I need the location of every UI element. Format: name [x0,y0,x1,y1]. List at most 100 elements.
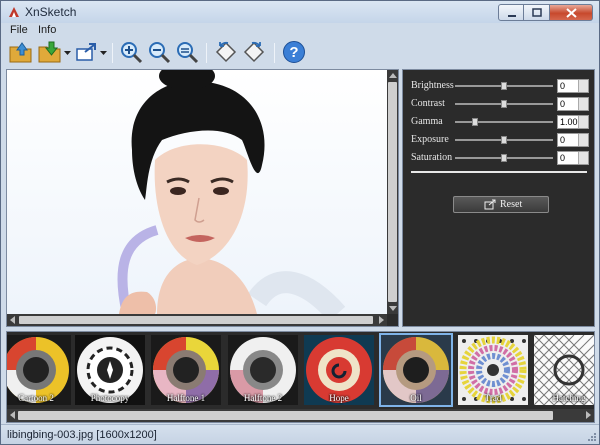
param-label: Gamma [411,116,443,127]
filter-thumb-oil[interactable]: Oil [379,333,453,407]
brightness-spinbox[interactable]: 0 [557,79,589,93]
spin-arrows-icon[interactable] [578,80,588,92]
reset-icon [484,199,496,210]
filter-thumb-hatching[interactable]: Hatching [534,335,594,405]
spin-value[interactable]: 0 [560,81,565,91]
horizontal-scroll-thumb[interactable] [19,316,373,324]
exposure-spinbox[interactable]: 0 [557,133,589,147]
gamma-slider[interactable] [455,118,553,126]
filter-label: Halftone 1 [166,393,206,403]
export-icon[interactable] [75,40,99,64]
filter-thumb-halftone-2[interactable]: Halftone 2 [228,335,298,405]
filter-thumb-halftone-1[interactable]: Halftone 1 [151,335,221,405]
scroll-left-icon[interactable] [10,411,15,419]
window-controls [498,4,593,21]
scroll-down-icon[interactable] [389,306,397,311]
brightness-slider[interactable] [455,82,553,90]
menu-bar: File Info [1,23,599,37]
spin-value[interactable]: 0 [560,135,565,145]
toolbar-separator [206,43,207,63]
image-canvas[interactable] [7,70,387,314]
filter-strip: Cartoon 2 Photocopy Halftone 1 Halftone … [6,331,595,423]
slider-thumb[interactable] [501,136,507,144]
save-folder-icon[interactable] [38,40,62,64]
toolbar: ? [1,37,599,67]
spin-value[interactable]: 0 [560,99,565,109]
param-row-exposure: Exposure 0 [411,133,591,147]
param-label: Exposure [411,134,449,145]
scroll-up-icon[interactable] [389,73,397,78]
svg-text:?: ? [289,44,298,61]
minimize-button[interactable] [498,4,524,21]
filter-thumb-cartoon-2[interactable]: Cartoon 2 [7,335,71,405]
export-dropdown-chevron-icon[interactable] [100,51,107,55]
spin-arrows-icon[interactable] [578,134,588,146]
scroll-left-icon[interactable] [10,316,15,324]
help-icon[interactable]: ? [282,40,306,64]
toolbar-separator [112,43,113,63]
param-row-brightness: Brightness 0 [411,79,591,93]
filter-thumb-trad[interactable]: Trad [458,335,528,405]
resize-grip-icon[interactable] [587,432,597,442]
app-window: XnSketch File Info ? Brightness 0 Contra… [0,0,600,445]
slider-thumb[interactable] [501,100,507,108]
spin-value[interactable]: 1.00 [560,117,578,127]
filter-label: Hope [329,393,349,403]
filter-thumb-photocopy[interactable]: Photocopy [75,335,145,405]
reset-button-label: Reset [500,199,523,210]
contrast-spinbox[interactable]: 0 [557,97,589,111]
exposure-slider[interactable] [455,136,553,144]
menu-file[interactable]: File [10,24,28,36]
filter-strip-scroll-thumb[interactable] [18,411,553,420]
slider-thumb[interactable] [501,82,507,90]
param-row-contrast: Contrast 0 [411,97,591,111]
image-vertical-scrollbar[interactable] [387,70,398,314]
save-dropdown-chevron-icon[interactable] [64,51,71,55]
scroll-right-icon[interactable] [586,411,591,419]
title-bar[interactable]: XnSketch [1,1,599,23]
status-bar: libingbing-003.jpg [1600x1200] [1,424,599,444]
adjustments-panel: Brightness 0 Contrast 0 Gamma 1.00 Expos… [402,69,595,327]
zoom-out-icon[interactable] [147,40,171,64]
zoom-in-icon[interactable] [119,40,143,64]
rotate-left-icon[interactable] [214,40,238,64]
app-logo-icon [7,5,21,19]
param-label: Saturation [411,152,453,163]
contrast-slider[interactable] [455,100,553,108]
image-horizontal-scrollbar[interactable] [7,314,387,326]
window-title: XnSketch [25,5,77,19]
rotate-right-icon[interactable] [242,40,266,64]
saturation-slider[interactable] [455,154,553,162]
filter-label: Photocopy [90,393,130,403]
slider-thumb[interactable] [471,118,478,126]
menu-info[interactable]: Info [38,24,56,36]
param-row-saturation: Saturation 0 [411,151,591,165]
toolbar-separator [274,43,275,63]
spin-arrows-icon[interactable] [578,98,588,110]
param-label: Contrast [411,98,445,109]
image-preview-pane [6,69,399,327]
filter-label: Halftone 2 [243,393,283,403]
spin-value[interactable]: 0 [560,153,565,163]
open-folder-icon[interactable] [9,40,33,64]
filter-strip-scrollbar[interactable] [7,409,594,422]
vertical-scroll-thumb[interactable] [388,82,397,302]
filter-thumb-hope[interactable]: Hope [304,335,374,405]
filter-label: Oil [410,393,422,403]
param-row-gamma: Gamma 1.00 [411,115,591,129]
slider-thumb[interactable] [501,154,507,162]
param-label: Brightness [411,80,454,91]
close-button[interactable] [550,4,593,21]
filter-label: Cartoon 2 [18,393,54,403]
panel-divider [411,171,587,173]
maximize-button[interactable] [524,4,550,21]
status-text: libingbing-003.jpg [1600x1200] [7,429,157,441]
filter-label: Trad [484,393,502,403]
scroll-right-icon[interactable] [379,316,384,324]
spin-arrows-icon[interactable] [578,116,588,128]
gamma-spinbox[interactable]: 1.00 [557,115,589,129]
reset-button[interactable]: Reset [453,196,549,213]
zoom-fit-icon[interactable] [175,40,199,64]
saturation-spinbox[interactable]: 0 [557,151,589,165]
spin-arrows-icon[interactable] [578,152,588,164]
